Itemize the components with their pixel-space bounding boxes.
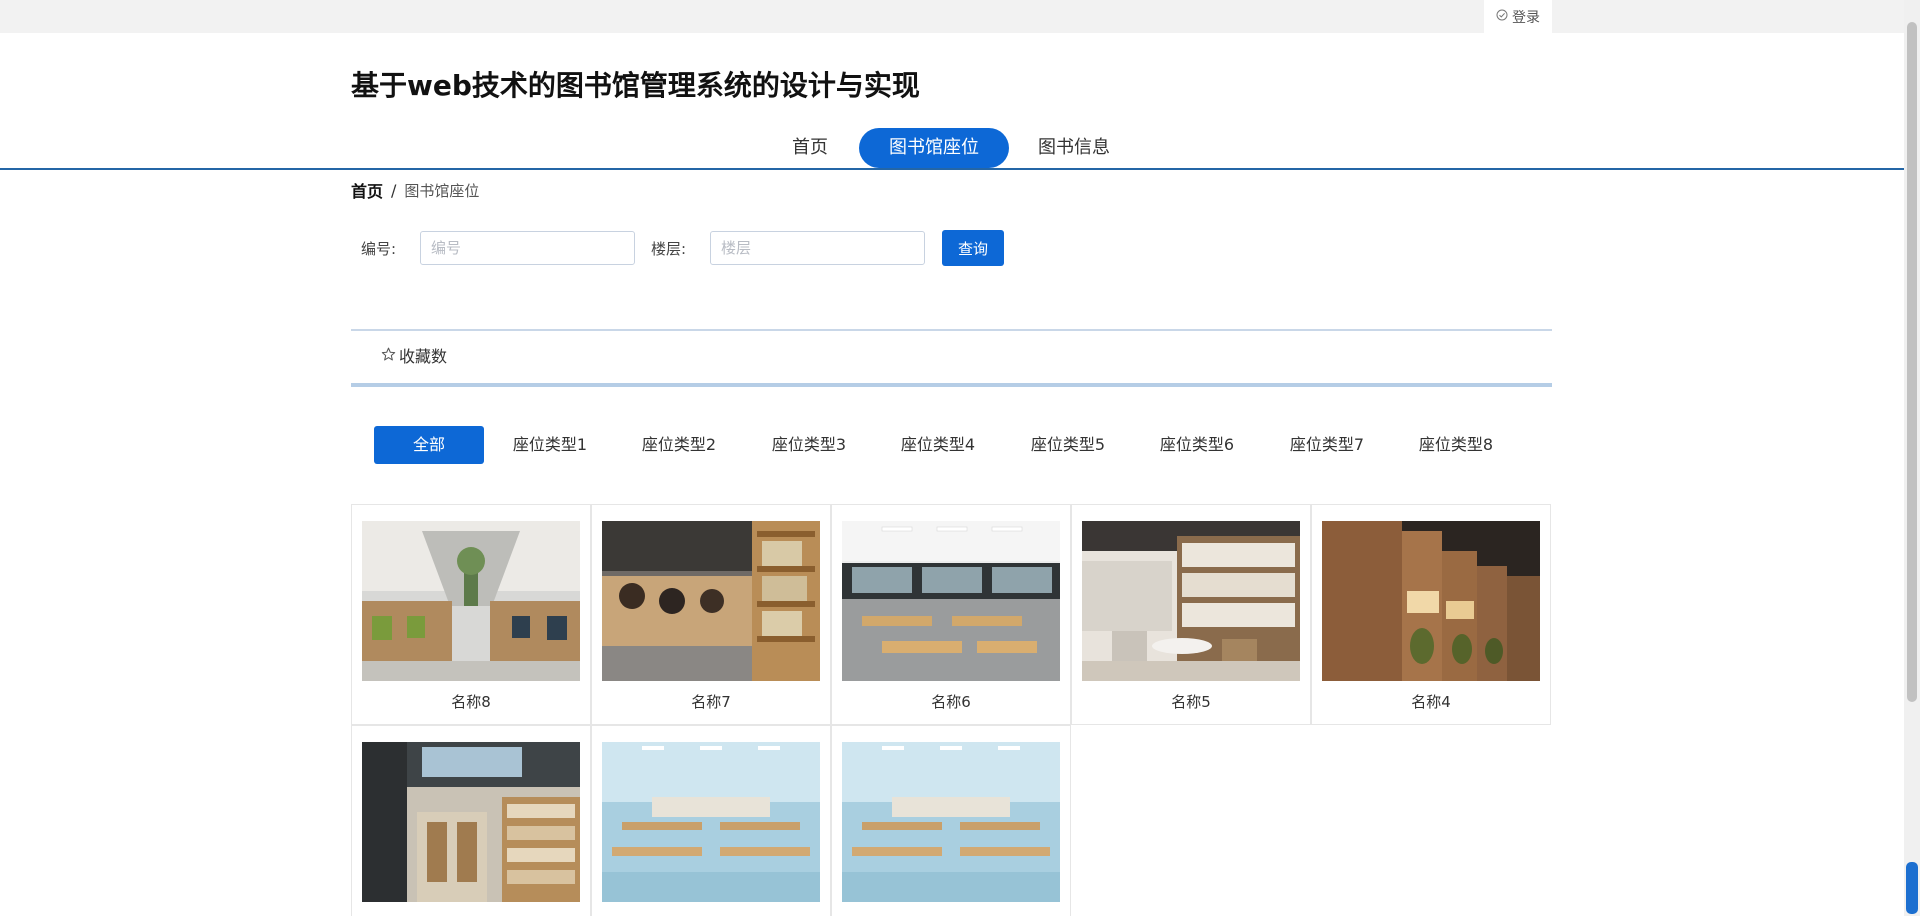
number-label: 编号: bbox=[361, 240, 397, 258]
scrollbar-thumb[interactable] bbox=[1907, 22, 1917, 702]
seat-image bbox=[842, 521, 1060, 681]
floor-input[interactable] bbox=[710, 231, 925, 265]
seat-card[interactable] bbox=[831, 725, 1071, 916]
search-button[interactable]: 查询 bbox=[942, 230, 1004, 266]
category-all[interactable]: 全部 bbox=[374, 426, 484, 464]
check-circle-icon bbox=[1496, 9, 1508, 25]
seat-name: 名称6 bbox=[931, 693, 971, 711]
seat-name: 名称5 bbox=[1171, 693, 1211, 711]
seat-card[interactable] bbox=[351, 725, 591, 916]
seat-image bbox=[1322, 521, 1540, 681]
sort-bar: 收藏数 bbox=[351, 329, 1552, 387]
seat-card[interactable]: 名称7 bbox=[591, 504, 831, 725]
nav-item-book-info[interactable]: 图书信息 bbox=[1028, 128, 1120, 168]
category-seat-type-6[interactable]: 座位类型6 bbox=[1157, 426, 1237, 464]
seat-image bbox=[362, 521, 580, 681]
seat-card[interactable]: 名称6 bbox=[831, 504, 1071, 725]
seat-card[interactable]: 名称4 bbox=[1311, 504, 1551, 725]
nav-item-home[interactable]: 首页 bbox=[780, 128, 840, 168]
seat-name: 名称8 bbox=[451, 693, 491, 711]
login-link[interactable]: 登录 bbox=[1484, 0, 1552, 33]
breadcrumb-separator: / bbox=[391, 180, 397, 200]
number-input[interactable] bbox=[420, 231, 635, 265]
seat-image bbox=[842, 742, 1060, 902]
login-label: 登录 bbox=[1512, 9, 1540, 26]
category-seat-type-3[interactable]: 座位类型3 bbox=[769, 426, 849, 464]
category-seat-type-7[interactable]: 座位类型7 bbox=[1287, 426, 1367, 464]
seat-name: 名称7 bbox=[691, 693, 731, 711]
sort-by-favorites[interactable]: 收藏数 bbox=[381, 331, 447, 383]
breadcrumb-home[interactable]: 首页 bbox=[351, 178, 383, 202]
seat-grid: 名称8 名称7 名称6 名称5 名称4 bbox=[351, 503, 1552, 916]
star-outline-icon bbox=[381, 331, 396, 383]
sort-label: 收藏数 bbox=[399, 347, 448, 366]
seat-card[interactable]: 名称8 bbox=[351, 504, 591, 725]
seat-card[interactable] bbox=[591, 725, 831, 916]
top-bar: 登录 bbox=[0, 0, 1904, 33]
nav-item-library-seats[interactable]: 图书馆座位 bbox=[859, 128, 1009, 168]
main-nav: 首页 图书馆座位 图书信息 bbox=[0, 128, 1904, 170]
seat-image bbox=[602, 521, 820, 681]
page-scrollbar[interactable] bbox=[1904, 0, 1920, 916]
seat-image bbox=[362, 742, 580, 902]
seat-image bbox=[1082, 521, 1300, 681]
breadcrumb: 首页 / 图书馆座位 bbox=[351, 178, 479, 202]
category-seat-type-8[interactable]: 座位类型8 bbox=[1416, 426, 1496, 464]
seat-name: 名称4 bbox=[1411, 693, 1451, 711]
seat-card[interactable]: 名称5 bbox=[1071, 504, 1311, 725]
category-seat-type-1[interactable]: 座位类型1 bbox=[510, 426, 590, 464]
scrollbar-position-marker bbox=[1906, 862, 1918, 914]
category-seat-type-2[interactable]: 座位类型2 bbox=[639, 426, 719, 464]
category-seat-type-4[interactable]: 座位类型4 bbox=[898, 426, 978, 464]
category-seat-type-5[interactable]: 座位类型5 bbox=[1028, 426, 1108, 464]
breadcrumb-current: 图书馆座位 bbox=[404, 181, 480, 200]
site-title: 基于web技术的图书馆管理系统的设计与实现 bbox=[351, 69, 920, 102]
floor-label: 楼层: bbox=[651, 240, 687, 258]
seat-image bbox=[602, 742, 820, 902]
